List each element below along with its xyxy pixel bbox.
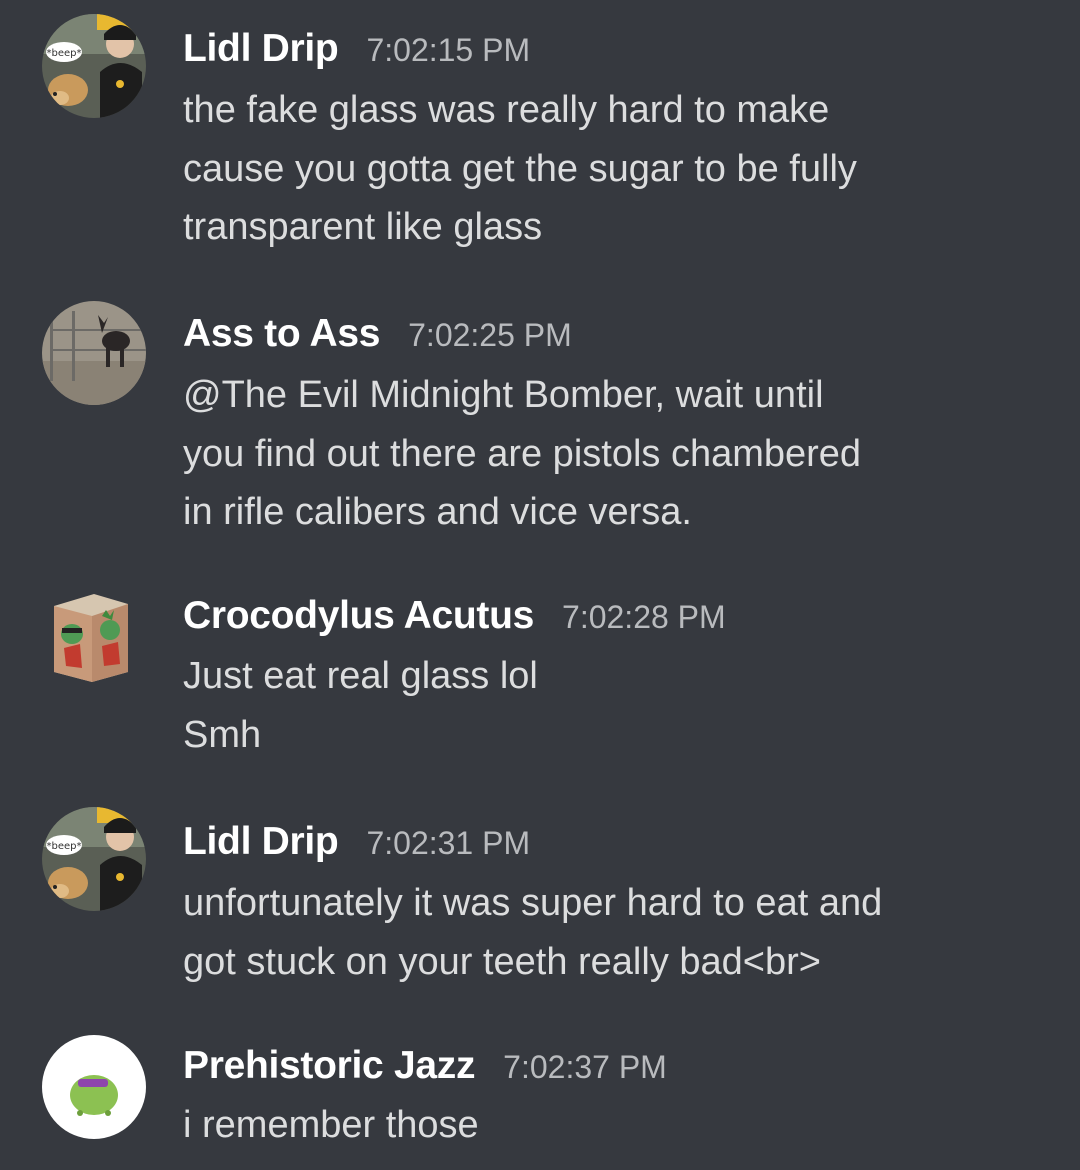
author-name[interactable]: Crocodylus Acutus (183, 594, 534, 637)
message-line: you find out there are pistols chambered (183, 432, 862, 475)
message-line: got stuck on your teeth really bad<br> (183, 940, 821, 983)
timestamp: 7:02:28 PM (562, 599, 726, 635)
message-line: @The Evil Midnight Bomber, wait until (183, 374, 824, 416)
message-text: @The Evil Midnight Bomber, wait until yo… (183, 366, 1063, 542)
author-name[interactable]: Lidl Drip (183, 820, 339, 863)
author-name[interactable]: Ass to Ass (183, 312, 380, 355)
timestamp: 7:02:25 PM (408, 317, 572, 353)
author-name[interactable]: Prehistoric Jazz (183, 1044, 475, 1087)
message-line: the fake glass was really hard to make (183, 89, 830, 131)
donkey-photo-avatar[interactable] (42, 301, 146, 405)
timestamp: 7:02:31 PM (366, 825, 531, 861)
cube-character-avatar[interactable] (42, 584, 146, 688)
green-blob-avatar[interactable] (42, 1035, 146, 1139)
avatar-badge-text: *beep* (47, 841, 82, 852)
message-text: i remember those (183, 1096, 1063, 1155)
message-line: transparent like glass (183, 206, 543, 248)
timestamp: 7:02:15 PM (366, 32, 531, 68)
person-with-dog-avatar[interactable]: *beep* (42, 807, 146, 911)
message-text: the fake glass was really hard to make c… (183, 81, 1063, 257)
message-line: in rifle calibers and vice versa. (183, 491, 692, 533)
author-name[interactable]: Lidl Drip (183, 27, 339, 70)
message-line: i remember those (183, 1104, 479, 1146)
message-line: Smh (183, 713, 262, 756)
message-text: Just eat real glass lol Smh (183, 647, 1063, 764)
message-text: unfortunately it was super hard to eat a… (183, 874, 1063, 991)
message-line: cause you gotta get the sugar to be full… (183, 147, 857, 190)
message-line: Just eat real glass lol (183, 655, 538, 697)
message-line: unfortunately it was super hard to eat a… (183, 882, 883, 924)
avatar-badge-text: *beep* (47, 48, 82, 59)
person-with-dog-avatar[interactable]: *beep* (42, 14, 146, 118)
timestamp: 7:02:37 PM (503, 1049, 667, 1085)
